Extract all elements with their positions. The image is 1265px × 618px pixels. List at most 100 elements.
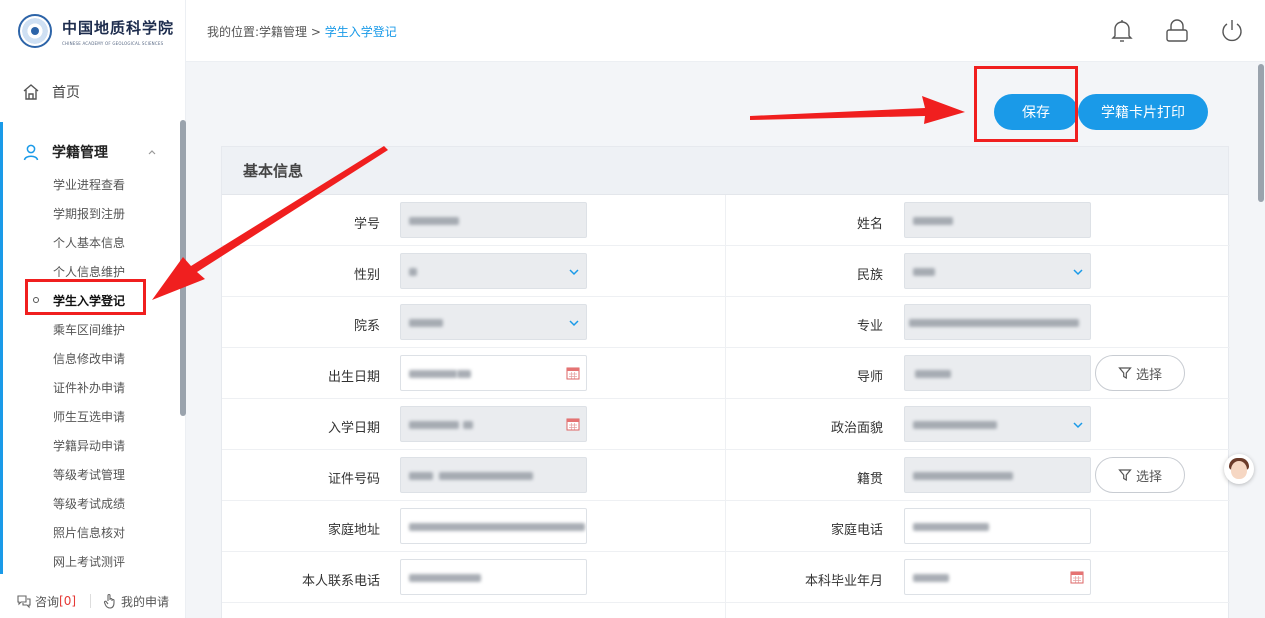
consult-link[interactable]: 咨询 [0] [0,593,76,610]
input-field[interactable] [400,508,587,544]
date-field[interactable] [400,406,587,442]
redacted-value [409,217,459,225]
avatar-face [1231,461,1247,479]
bell-icon[interactable] [1110,18,1134,44]
select-field[interactable] [904,406,1091,442]
sidebar-subitem[interactable]: 学期报到注册 [53,204,125,224]
input-field[interactable] [904,508,1091,544]
sidebar-subitem[interactable]: 乘车区间维护 [53,320,125,340]
select-field[interactable] [904,253,1091,289]
breadcrumb: 我的位置:学籍管理 > 学生入学登记 [207,23,397,40]
app-window: 中国地质科学院 CHINESE ACADEMY OF GEOLOGICAL SC… [0,0,1265,618]
home-icon [23,84,39,100]
main-scrollbar[interactable] [1258,64,1264,202]
sidebar-subitem[interactable]: 等级考试管理 [53,465,125,485]
breadcrumb-path: 我的位置:学籍管理 > [207,25,325,39]
input-field[interactable] [904,457,1091,493]
chat-icon [17,595,31,609]
lock-icon[interactable] [1164,18,1190,44]
redacted-value [913,421,997,429]
sidebar-subitem[interactable]: 个人基本信息 [53,233,125,253]
redacted-value [409,268,417,276]
select-field[interactable] [400,304,587,340]
sidebar-item-home[interactable]: 首页 [0,72,186,112]
field-label: 出生日期 [327,370,380,385]
sidebar-group-label: 学籍管理 [52,145,108,161]
date-field[interactable] [904,559,1091,595]
form-row: 本人联系电话 本科毕业年月 [222,552,1230,603]
sidebar-subitem[interactable]: 学籍异动申请 [53,436,125,456]
select-button[interactable]: 选择 [1095,457,1185,493]
field-label: 本科毕业年月 [804,574,883,589]
form-row: 证件号码 籍贯 选择 [222,450,1230,501]
sidebar-subitem[interactable]: 师生互选申请 [53,407,125,427]
my-applications-label: 我的申请 [121,594,170,609]
select-field[interactable] [400,253,587,289]
input-field[interactable] [400,457,587,493]
redacted-value [913,268,935,276]
form-row: 家庭地址 家庭电话 [222,501,1230,552]
form-row: 入学日期 政治面貌 [222,399,1230,450]
field-label: 政治面貌 [830,421,883,436]
user-icon [23,144,39,161]
main-content: 保存 学籍卡片打印 基本信息 学号 姓名 性别 民族 院系 专业 出生日期 导师 选择 入学日期政… [186,62,1265,618]
select-button[interactable]: 选择 [1095,355,1185,391]
power-icon[interactable] [1220,18,1244,44]
redacted-value [913,574,949,582]
sidebar-subitem[interactable]: 照片信息核对 [53,523,125,543]
sidebar-subitem[interactable]: 信息修改申请 [53,349,125,369]
redacted-value [409,523,585,531]
chevron-up-icon[interactable] [146,146,158,158]
calendar-icon[interactable] [1070,570,1084,584]
input-field[interactable] [904,304,1091,340]
input-field[interactable] [400,202,587,238]
sidebar-subitem[interactable]: 学业进程查看 [53,175,125,195]
my-applications-link[interactable]: 我的申请 [103,593,169,610]
field-label: 导师 [856,370,883,385]
sidebar-item-label: 首页 [52,85,80,101]
redacted-value [915,370,951,378]
sidebar-subitem[interactable]: 等级考试成绩 [53,494,125,514]
logo-subtitle: CHINESE ACADEMY OF GEOLOGICAL SCIENCES [62,40,164,46]
field-label: 学号 [353,217,380,232]
input-field[interactable] [904,355,1091,391]
field-label: 院系 [353,319,380,334]
field-label: 姓名 [856,217,883,232]
redacted-value [409,574,481,582]
redacted-value [409,370,457,378]
breadcrumb-current[interactable]: 学生入学登记 [325,25,397,39]
input-field[interactable] [904,202,1091,238]
logo: 中国地质科学院 CHINESE ACADEMY OF GEOLOGICAL SC… [0,0,186,62]
logo-name: 中国地质科学院 [62,18,175,37]
sidebar-subitem[interactable]: 网上考试测评 [53,552,125,572]
calendar-icon[interactable] [566,417,580,431]
redacted-value [439,472,533,480]
redacted-value [913,472,1013,480]
consult-count: [0] [59,594,77,608]
filter-icon [1118,367,1132,380]
redacted-value [409,472,433,480]
select-button-label: 选择 [1135,367,1162,383]
highlight-box-save [974,66,1078,142]
form-row: 院系 专业 [222,297,1230,348]
field-label: 入学日期 [327,421,380,436]
chevron-down-icon [1073,422,1083,429]
sidebar-subitem[interactable]: 证件补办申请 [53,378,125,398]
redacted-value [913,523,989,531]
redacted-value [457,370,471,378]
sidebar-group-header[interactable]: 学籍管理 [0,134,186,170]
consult-label: 咨询 [35,594,60,609]
date-field[interactable] [400,355,587,391]
calendar-icon[interactable] [566,366,580,380]
basic-info-card: 基本信息 学号 姓名 性别 民族 院系 专业 出生日期 导师 选择 入学日期 政治面貌 证件号码 籍贯选… [221,146,1230,618]
highlight-box-nav [25,279,146,315]
hand-pointer-icon [103,593,115,609]
form-row: 出生日期 导师 选择 [222,348,1230,399]
assistant-avatar[interactable] [1224,454,1254,484]
print-card-button[interactable]: 学籍卡片打印 [1078,94,1208,130]
group-indicator-bar [0,122,3,574]
input-field[interactable] [400,559,587,595]
redacted-value [409,319,443,327]
field-label: 性别 [353,268,380,283]
footer-divider [90,594,92,608]
